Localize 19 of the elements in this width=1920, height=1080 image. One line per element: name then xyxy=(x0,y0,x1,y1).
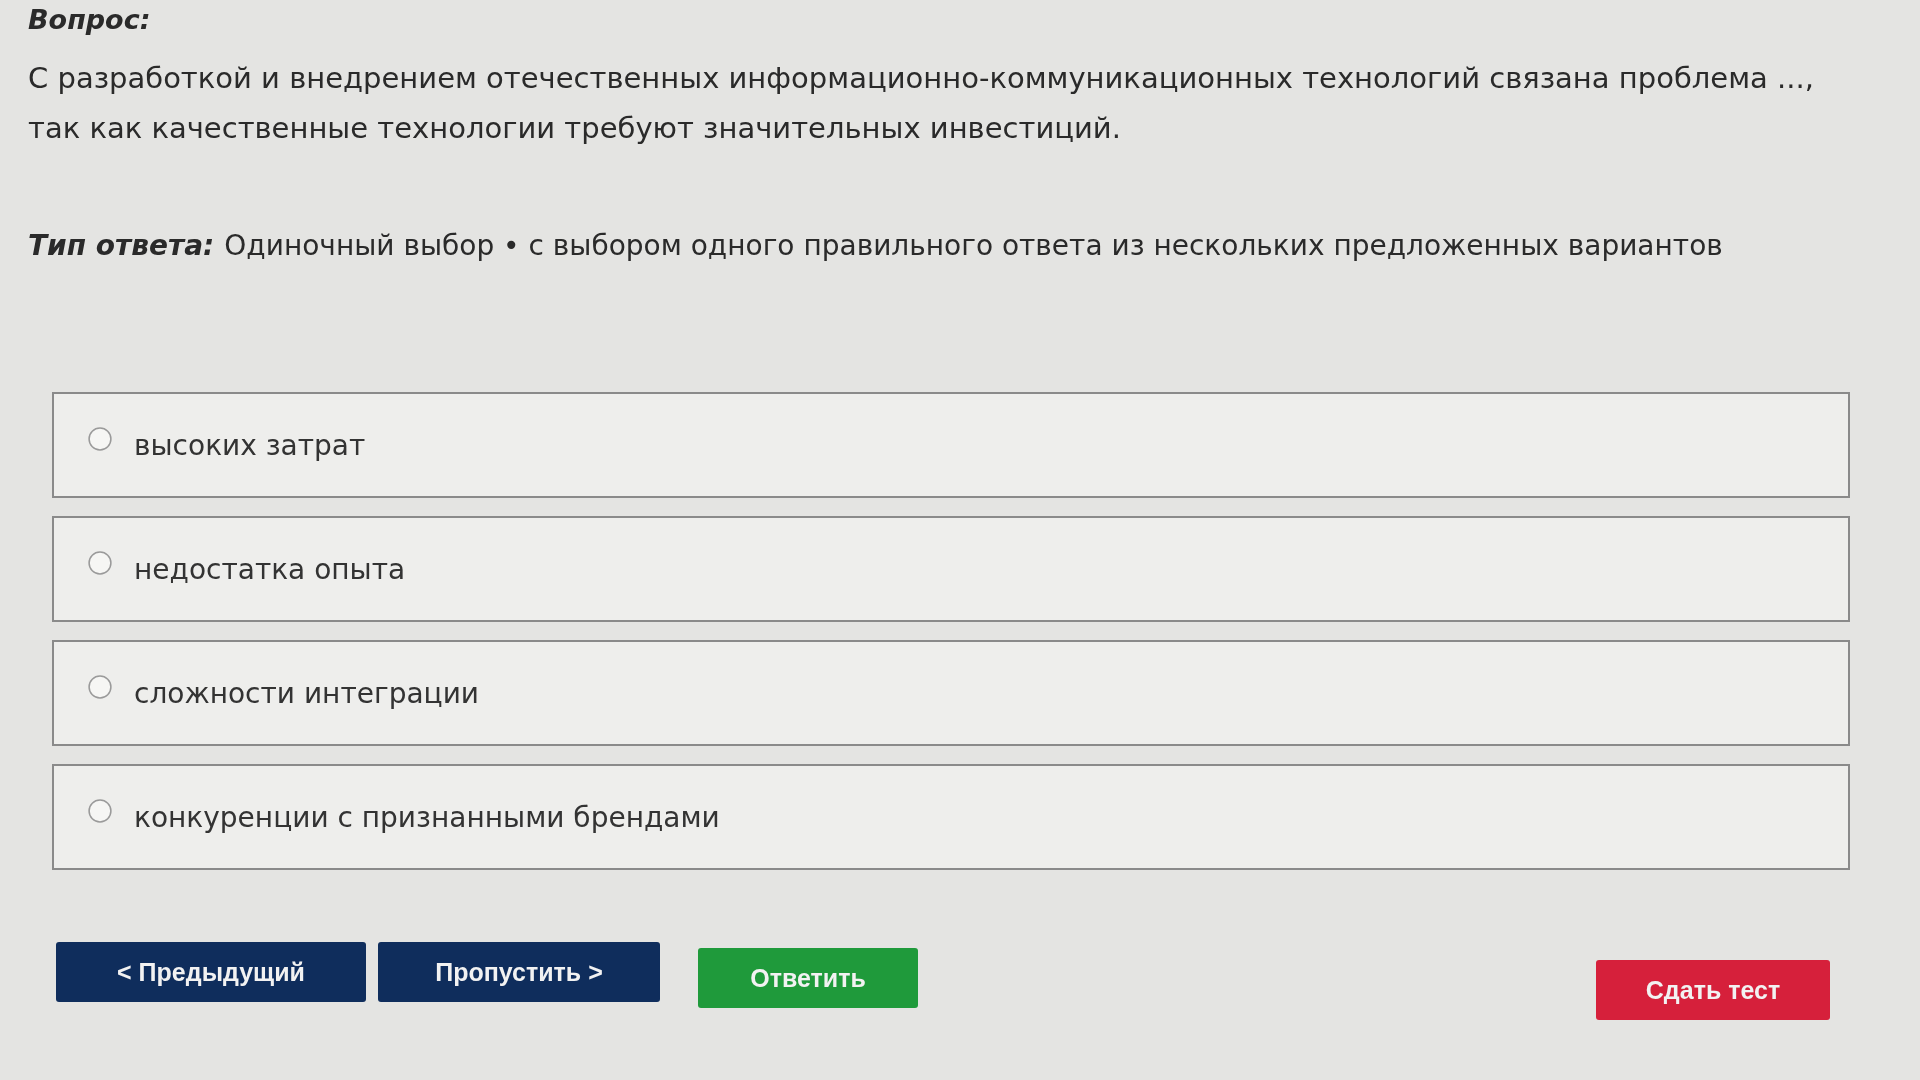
answer-type-label: Тип ответа: xyxy=(28,229,215,262)
answer-option[interactable]: высоких затрат xyxy=(52,392,1850,498)
previous-button[interactable]: < Предыдущий xyxy=(56,942,366,1002)
radio-button-icon[interactable] xyxy=(88,799,112,823)
option-text: высоких затрат xyxy=(134,428,366,462)
radio-button-icon[interactable] xyxy=(88,675,112,699)
radio-button-icon[interactable] xyxy=(88,551,112,575)
answer-option[interactable]: сложности интеграции xyxy=(52,640,1850,746)
submit-test-button[interactable]: Сдать тест xyxy=(1596,960,1830,1020)
option-text: конкуренции с признанными брендами xyxy=(134,800,720,834)
answer-type-value: Одиночный выбор • с выбором одного правильного ответа из нескольких предложенных вариантов xyxy=(224,229,1723,262)
question-text: С разработкой и внедрением отечественных информационно-коммуникационных технологий связана проблема ..., так как качественные технологии требуют значительных инвестиций. xyxy=(28,60,1815,147)
option-text: сложности интеграции xyxy=(134,676,480,710)
option-text: недостатка опыта xyxy=(134,552,406,586)
answer-option[interactable]: недостатка опыта xyxy=(52,516,1850,622)
answer-option[interactable]: конкуренции с признанными брендами xyxy=(52,764,1850,870)
radio-button-icon[interactable] xyxy=(88,427,112,451)
skip-button[interactable]: Пропустить > xyxy=(378,942,660,1002)
question-label: Вопрос: xyxy=(28,4,151,35)
